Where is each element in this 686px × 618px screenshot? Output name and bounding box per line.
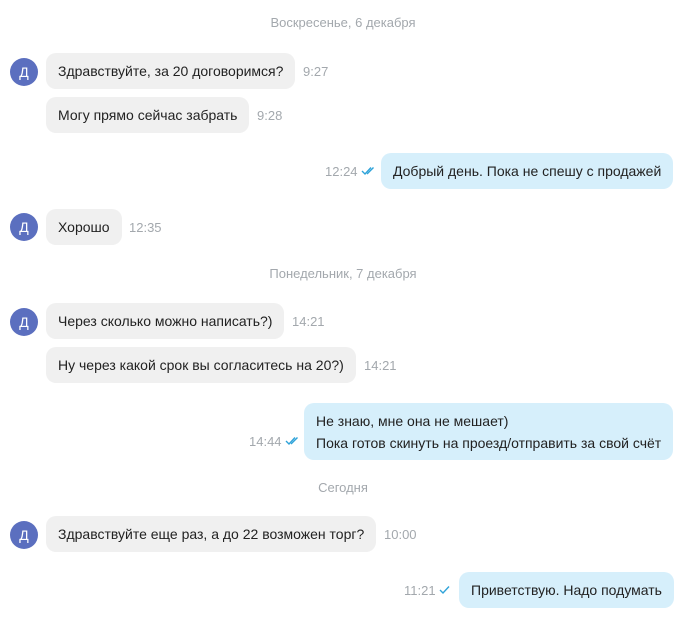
avatar[interactable]: Д [10, 521, 38, 549]
date-separator: Воскресенье, 6 декабря [270, 15, 416, 30]
avatar[interactable]: Д [10, 58, 38, 86]
message-time: 9:28 [257, 108, 283, 123]
message-text-line: Не знаю, мне она не мешает) [316, 413, 509, 429]
message-text: Через сколько можно написать?) [58, 313, 273, 329]
message-time: 12:24 [325, 164, 358, 179]
message-text: Здравствуйте еще раз, а до 22 возможен т… [58, 526, 365, 542]
outgoing-message: Добрый день. Пока не спешу с продажей [381, 153, 674, 189]
message-text: Могу прямо сейчас забрать [58, 107, 238, 123]
incoming-message: Здравствуйте еще раз, а до 22 возможен т… [46, 516, 377, 552]
message-text: Ну через какой срок вы согласитесь на 20… [58, 357, 344, 373]
message-time: 14:21 [292, 314, 325, 329]
incoming-message: Ну через какой срок вы согласитесь на 20… [46, 347, 356, 383]
incoming-message: Через сколько можно написать?) [46, 303, 285, 339]
message-time: 10:00 [384, 527, 417, 542]
incoming-message: Могу прямо сейчас забрать [46, 97, 250, 133]
message-text: Хорошо [58, 219, 110, 235]
message-time: 14:21 [364, 358, 397, 373]
message-time: 14:44 [249, 434, 282, 449]
message-text-line: Пока готов скинуть на проезд/отправить з… [316, 435, 662, 451]
message-text: Здравствуйте, за 20 договоримся? [58, 63, 284, 79]
date-separator: Сегодня [318, 480, 368, 495]
message-time: 11:21 [404, 583, 436, 598]
outgoing-message: Не знаю, мне она не мешает) Пока готов с… [304, 403, 674, 460]
incoming-message: Хорошо [46, 209, 122, 245]
message-time: 12:35 [129, 220, 162, 235]
incoming-message: Здравствуйте, за 20 договоримся? [46, 53, 296, 89]
message-time: 9:27 [303, 64, 329, 79]
outgoing-message: Приветствую. Надо подумать [459, 572, 674, 608]
check-icon [439, 585, 451, 595]
message-text: Приветствую. Надо подумать [471, 582, 662, 598]
double-check-icon [361, 166, 377, 176]
date-separator: Понедельник, 7 декабря [269, 266, 417, 281]
double-check-icon [285, 436, 301, 446]
avatar[interactable]: Д [10, 308, 38, 336]
message-text: Добрый день. Пока не спешу с продажей [393, 163, 662, 179]
avatar[interactable]: Д [10, 213, 38, 241]
